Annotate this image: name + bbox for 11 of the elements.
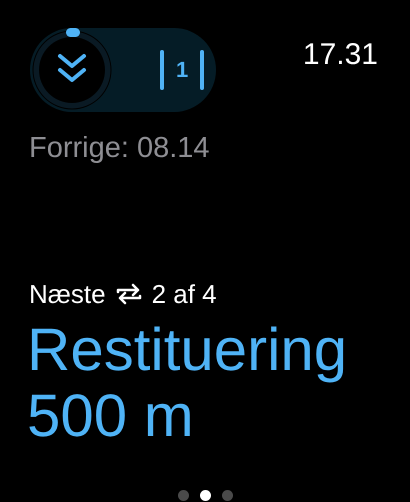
previous-time: Forrige: 08.14: [29, 134, 210, 163]
interval-name: Restituering: [27, 317, 348, 383]
repeat-count: 2 af 4: [152, 281, 217, 307]
segment-counter: 1: [176, 59, 188, 81]
segment-bar-icon: [160, 50, 164, 90]
segment-bar-icon: [200, 50, 204, 90]
next-label: Næste: [29, 281, 106, 307]
segment-progress-ring-icon: [30, 28, 114, 112]
segment-control[interactable]: 1: [30, 28, 216, 112]
clock-time: 17.31: [302, 40, 378, 70]
interval-distance: 500 m: [27, 383, 194, 449]
